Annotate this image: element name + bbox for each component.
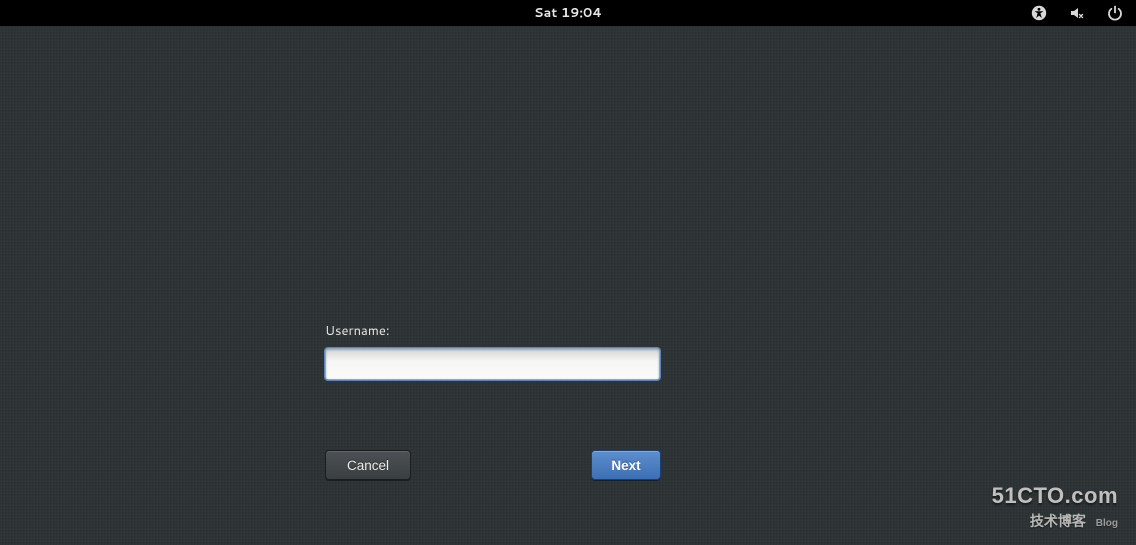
top-panel: Sat 19:04 [0, 0, 1136, 26]
watermark-line2: 技术博客 Blog [992, 511, 1118, 531]
cancel-button[interactable]: Cancel [325, 450, 411, 480]
volume-muted-icon[interactable] [1068, 4, 1086, 22]
next-button[interactable]: Next [591, 450, 661, 480]
watermark-line2-tag: Blog [1096, 518, 1118, 529]
button-row: Cancel Next [325, 450, 661, 480]
system-tray [1030, 0, 1132, 26]
watermark-line1: 51CTO.com [992, 485, 1118, 507]
username-input[interactable] [325, 348, 660, 380]
power-icon[interactable] [1106, 4, 1124, 22]
login-form: Username: Cancel Next [325, 322, 815, 380]
accessibility-icon[interactable] [1030, 4, 1048, 22]
watermark-line2-main: 技术博客 [1030, 513, 1086, 529]
watermark: 51CTO.com 技术博客 Blog [992, 485, 1118, 531]
username-label: Username: [325, 322, 815, 340]
clock-label[interactable]: Sat 19:04 [524, 4, 612, 22]
